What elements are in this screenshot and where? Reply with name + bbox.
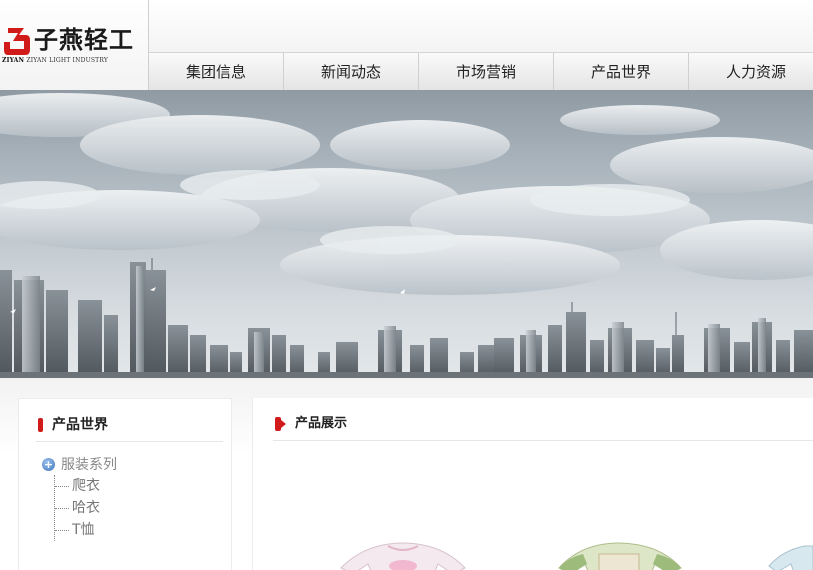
product-panel-title-text: 产品展示 (295, 416, 348, 431)
product-panel-title: 产品展示 (273, 414, 813, 441)
tree-node-clothing[interactable]: + 服装系列 (42, 455, 117, 475)
tree-item-tshirt[interactable]: T恤 (55, 519, 117, 541)
product-thumbnail-blue[interactable] (765, 531, 813, 570)
logo[interactable]: 子燕轻工 ZIYAN ZIYAN LIGHT INDUSTRY (0, 0, 149, 90)
nav-item-products[interactable]: 产品世界 (554, 53, 689, 91)
tree-item-bodysuit[interactable]: 哈衣 (55, 497, 117, 519)
nav-item-news[interactable]: 新闻动态 (284, 53, 419, 91)
category-tree: + 服装系列 爬衣 哈衣 T恤 (42, 455, 117, 541)
sidebar-title-text: 产品世界 (52, 417, 108, 433)
product-thumbnail-green[interactable] (555, 531, 685, 570)
nav-item-hr[interactable]: 人力资源 (689, 53, 813, 91)
tree-children: 爬衣 哈衣 T恤 (54, 475, 117, 541)
nav-item-group-info[interactable]: 集团信息 (149, 53, 284, 91)
hero-banner (0, 90, 813, 378)
header: 子燕轻工 ZIYAN ZIYAN LIGHT INDUSTRY 集团信息 新闻动… (0, 0, 813, 91)
logo-english-name: ZIYAN ZIYAN LIGHT INDUSTRY (2, 57, 109, 64)
sidebar-title: 产品世界 (36, 415, 223, 442)
main-nav: 集团信息 新闻动态 市场营销 产品世界 人力资源 (149, 52, 813, 91)
tree-node-label: 服装系列 (61, 457, 117, 473)
nav-item-marketing[interactable]: 市场营销 (419, 53, 554, 91)
city-skyline-image (0, 93, 813, 378)
red-arrow-icon (275, 417, 286, 431)
plus-circle-icon[interactable]: + (42, 458, 55, 471)
tree-item-romper[interactable]: 爬衣 (55, 475, 117, 497)
red-bar-icon (38, 418, 43, 432)
logo-chinese-name: 子燕轻工 (34, 26, 134, 54)
content-area: 产品世界 + 服装系列 爬衣 哈衣 T恤 产品展示 (0, 378, 813, 570)
ziyan-logo-icon (4, 28, 30, 55)
product-thumbnail-pink[interactable] (333, 531, 473, 570)
